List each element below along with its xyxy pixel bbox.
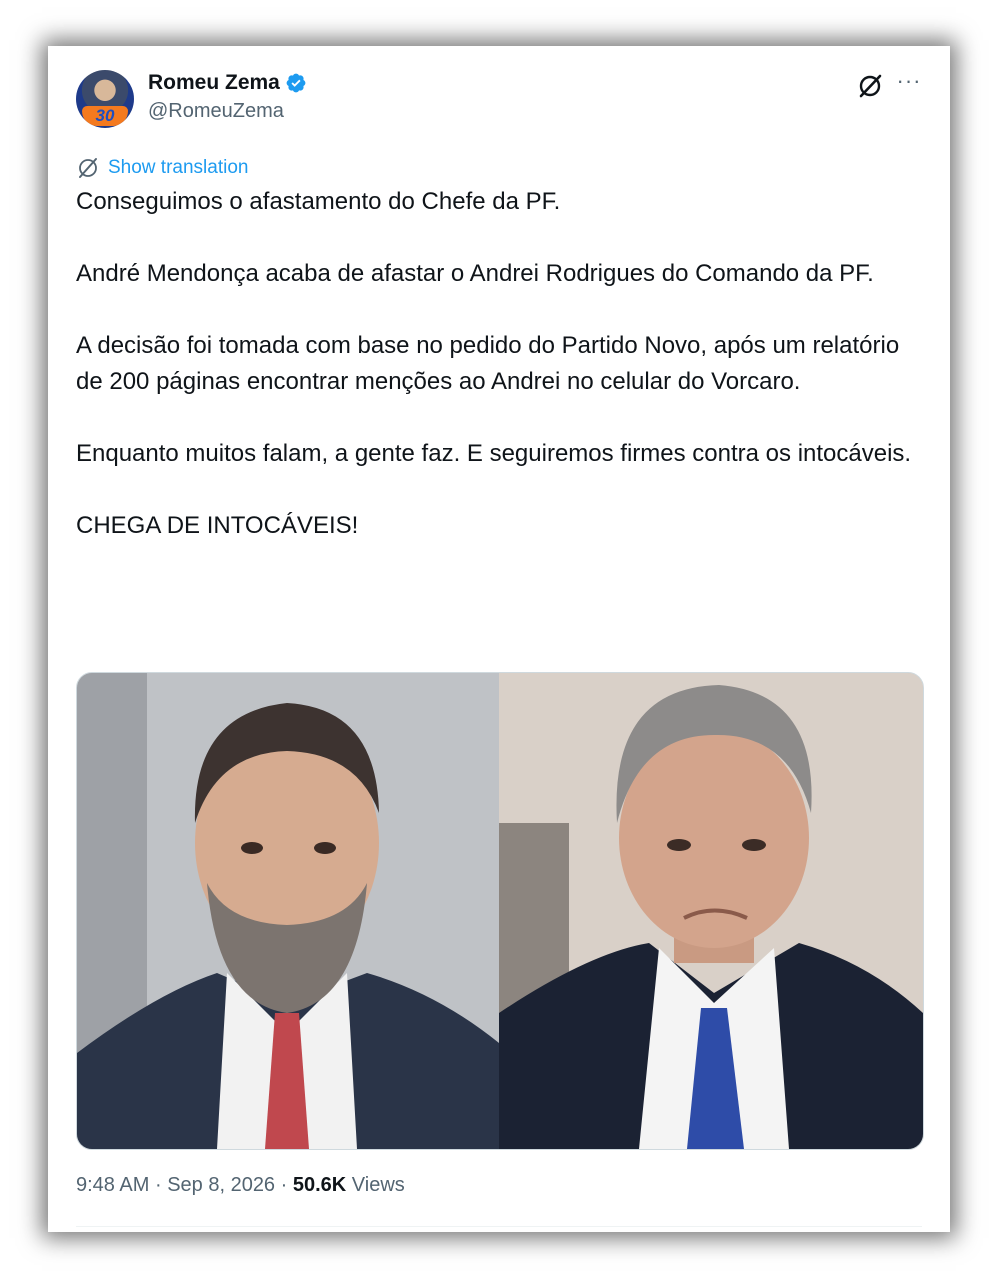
tweet-paragraph: CHEGA DE INTOCÁVEIS!: [76, 512, 359, 539]
author-handle[interactable]: @RomeuZema: [148, 100, 284, 123]
tweet-paragraph: Enquanto muitos falam, a gente faz. E se…: [76, 440, 912, 467]
tweet-time[interactable]: 9:48 AM: [76, 1174, 149, 1196]
photo-right[interactable]: [499, 673, 923, 1149]
grok-icon[interactable]: [856, 72, 884, 100]
meta-separator: ·: [280, 1174, 288, 1196]
author-name-row: Romeu Zema: [148, 70, 307, 96]
show-translation-link[interactable]: Show translation: [76, 154, 248, 182]
media-gallery[interactable]: [76, 672, 924, 1150]
tweet-meta: 9:48 AM · Sep 8, 2026 · 50.6K Views: [76, 1174, 405, 1197]
avatar[interactable]: 30: [76, 70, 134, 128]
more-options-button[interactable]: ···: [894, 70, 924, 98]
author-name[interactable]: Romeu Zema: [148, 71, 280, 95]
tweet-paragraph: Conseguimos o afastamento do Chefe da PF…: [76, 188, 561, 215]
tweet-date[interactable]: Sep 8, 2026: [167, 1174, 275, 1196]
meta-separator: ·: [154, 1174, 162, 1196]
grok-translate-icon: [79, 158, 97, 178]
portrait-image-left: [77, 673, 499, 1149]
avatar-badge: 30: [82, 106, 128, 126]
tweet-card: 30 Romeu Zema @RomeuZema ··· Show transl…: [48, 46, 950, 1232]
photo-left[interactable]: [77, 673, 499, 1149]
tweet-paragraph: André Mendonça acaba de afastar o Andrei…: [76, 260, 874, 287]
divider: [76, 1226, 922, 1227]
views-count: 50.6K: [292, 1174, 347, 1196]
views-label: Views: [351, 1174, 405, 1196]
verified-badge-icon: [286, 73, 306, 93]
tweet-paragraph: A decisão foi tomada com base no pedido …: [76, 332, 900, 395]
show-translation-label: Show translation: [108, 157, 249, 178]
portrait-image-right: [499, 673, 923, 1149]
tweet-text: Conseguimos o afastamento do Chefe da PF…: [76, 184, 922, 544]
